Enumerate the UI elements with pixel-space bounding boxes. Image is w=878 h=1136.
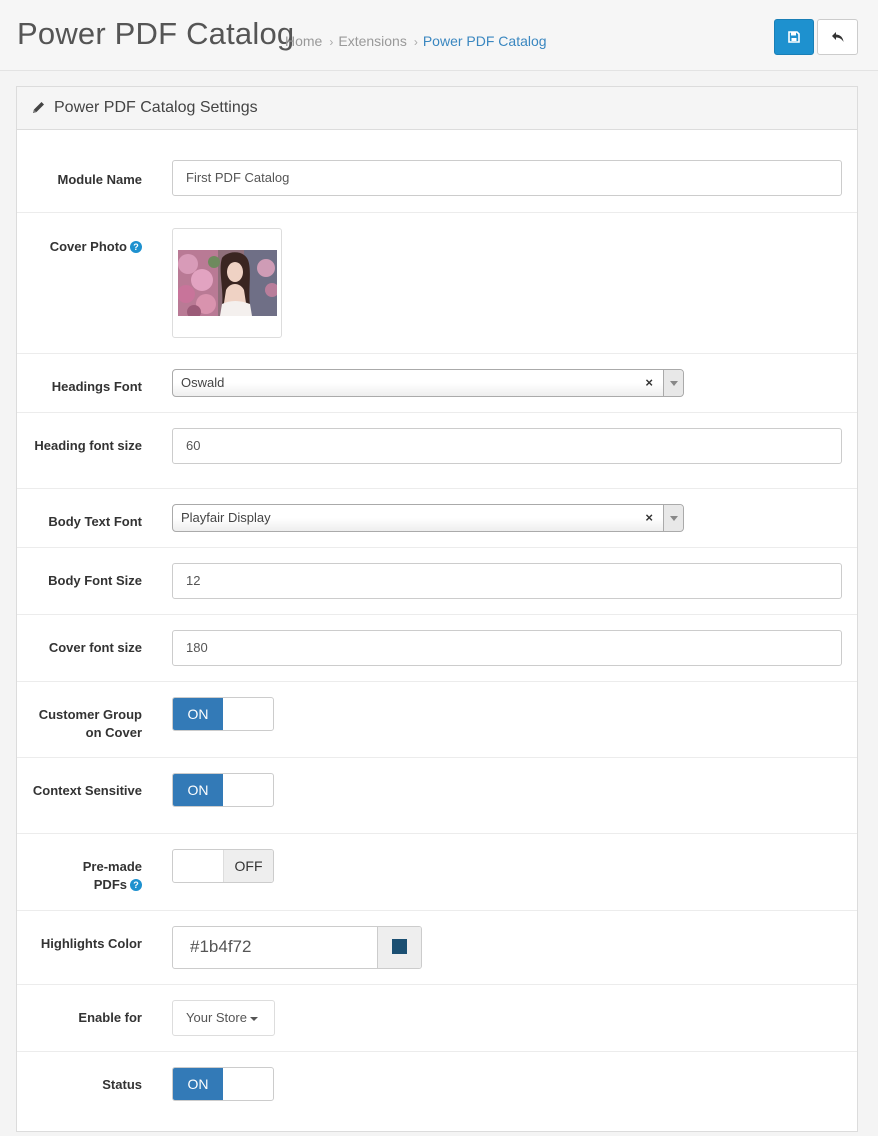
clear-icon[interactable]: × [645,510,653,525]
form-row-body-text-font: Body Text Font Playfair Display × [17,488,857,547]
form-row-status: Status ON [17,1051,857,1131]
toggle-on-state: ON [173,698,223,730]
form-row-pre-made-pdfs: Pre-made PDFs? OFF [17,833,857,910]
body-text-font-label: Body Text Font [48,514,142,529]
highlights-color-picker[interactable]: #1b4f72 [172,926,422,969]
toggle-off-state: OFF [223,850,273,882]
pre-made-pdfs-label: Pre-made PDFs? [52,858,142,894]
cover-photo-label-text: Cover Photo [49,239,127,254]
form-row-customer-group-on-cover: Customer Group on Cover ON [17,681,857,757]
form-row-body-font-size: Body Font Size 12 [17,547,857,614]
cover-photo-label: Cover Photo? [22,238,142,256]
pre-made-pdfs-toggle[interactable]: OFF [172,849,274,883]
cover-font-size-input[interactable]: 180 [172,630,842,666]
body-text-font-value: Playfair Display [181,510,271,525]
form-row-highlights-color: Highlights Color #1b4f72 [17,910,857,984]
save-button[interactable] [774,19,814,55]
color-swatch-button[interactable] [377,927,421,968]
status-label: Status [102,1077,142,1092]
body-font-size-label: Body Font Size [48,573,142,588]
customer-group-on-cover-toggle[interactable]: ON [172,697,274,731]
dropdown-arrow-icon[interactable] [663,505,683,531]
breadcrumb-separator: › [413,35,418,49]
highlights-color-value[interactable]: #1b4f72 [190,937,251,957]
module-name-input[interactable]: First PDF Catalog [172,160,842,196]
heading-font-size-input[interactable]: 60 [172,428,842,464]
headings-font-value: Oswald [181,375,225,390]
enable-for-label: Enable for [78,1010,142,1025]
form-row-heading-font-size: Heading font size 60 [17,412,857,488]
toggle-on-state: ON [173,774,223,806]
page-title: Power PDF Catalog [17,16,295,51]
caret-down-icon [249,1016,258,1021]
panel-title: Power PDF Catalog Settings [54,99,258,116]
pencil-icon [33,102,44,113]
help-icon[interactable]: ? [130,879,142,891]
enable-for-dropdown[interactable]: Your Store [172,1000,275,1036]
headings-font-select[interactable]: Oswald × [172,369,684,397]
form-row-headings-font: Headings Font Oswald × [17,353,857,412]
panel-heading: Power PDF Catalog Settings [17,87,857,130]
status-toggle[interactable]: ON [172,1067,274,1101]
page-header: Power PDF Catalog Home › Extensions › Power … [0,0,878,71]
form-row-cover-font-size: Cover font size 180 [17,614,857,681]
context-sensitive-toggle[interactable]: ON [172,773,274,807]
form-row-enable-for: Enable for Your Store [17,984,857,1051]
customer-group-on-cover-label: Customer Group on Cover [38,707,142,740]
form-row-context-sensitive: Context Sensitive ON [17,757,857,833]
breadcrumb-extensions[interactable]: Extensions [338,33,406,49]
headings-font-label: Headings Font [51,379,142,394]
body-font-size-input[interactable]: 12 [172,563,842,599]
clear-icon[interactable]: × [645,375,653,390]
breadcrumb-separator: › [329,35,334,49]
cover-photo-thumbnail[interactable] [172,228,282,338]
module-name-label: Module Name [57,172,142,187]
cover-font-size-label: Cover font size [48,640,142,655]
enable-for-value: Your Store [186,1010,247,1025]
help-icon[interactable]: ? [130,241,142,253]
body-text-font-select[interactable]: Playfair Display × [172,504,684,532]
cover-photo-image [178,250,277,316]
save-icon [788,31,800,43]
reply-icon [831,32,843,42]
toggle-on-state: ON [173,1068,223,1100]
breadcrumb-current[interactable]: Power PDF Catalog [423,33,547,49]
heading-font-size-label: Heading font size [34,438,142,453]
dropdown-arrow-icon[interactable] [663,370,683,396]
form-row-cover-photo: Cover Photo? [17,212,857,353]
breadcrumb-home[interactable]: Home [285,33,322,49]
color-swatch [392,939,407,954]
context-sensitive-label: Context Sensitive [32,783,142,798]
form-row-module-name: Module Name First PDF Catalog [17,131,857,212]
back-button[interactable] [817,19,858,55]
breadcrumb: Home › Extensions › Power PDF Catalog [285,33,547,49]
settings-panel: Power PDF Catalog Settings Module Name F… [16,86,858,1132]
highlights-color-label: Highlights Color [40,936,142,951]
